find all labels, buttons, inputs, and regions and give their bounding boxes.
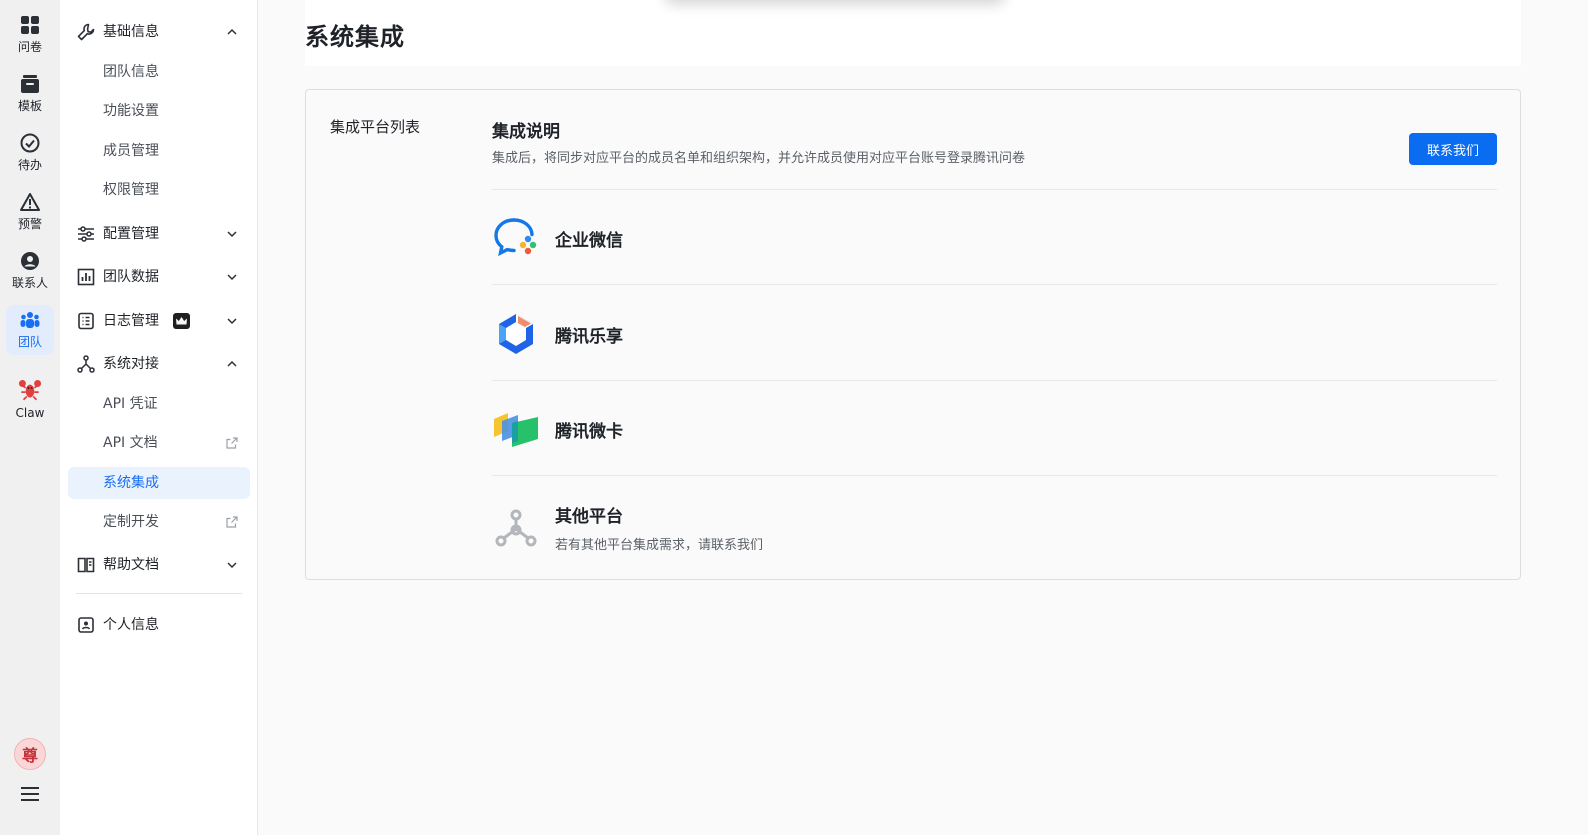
integration-card: 集成平台列表 集成说明 集成后，将同步对应平台的成员名单和组织架构，并允许成员使… — [305, 89, 1521, 580]
contact-us-button[interactable]: 联系我们 — [1409, 133, 1497, 165]
nav-item-label: 系统集成 — [103, 475, 159, 491]
nav-item-custom-development[interactable]: 定制开发 — [68, 506, 250, 538]
rail-label: Claw — [15, 405, 45, 420]
rail-item-template[interactable]: 模板 — [6, 69, 54, 119]
check-circle-icon — [20, 133, 40, 153]
app-rail: 问卷 模板 待办 预警 联系人 团队 Claw 尊 — [0, 0, 60, 835]
nav-item-label: 定制开发 — [103, 514, 159, 530]
rail-item-todo[interactable]: 待办 — [6, 128, 54, 178]
nav-item-system-integration[interactable]: 系统集成 — [68, 467, 250, 499]
rail-item-contacts[interactable]: 联系人 — [6, 246, 54, 296]
nav-group-help-docs[interactable]: 帮助文档 — [68, 548, 250, 582]
platform-desc: 若有其他平台集成需求，请联系我们 — [555, 538, 764, 553]
chevron-up-icon — [227, 28, 237, 35]
platform-name: 腾讯微卡 — [555, 422, 623, 442]
nav-item-label: 个人信息 — [103, 617, 159, 633]
nav-group-label: 配置管理 — [103, 226, 159, 242]
weika-logo-icon — [494, 413, 538, 447]
nav-group-system-integration[interactable]: 系统对接 — [68, 347, 250, 381]
other-platform-icon — [495, 509, 537, 547]
nav-group-config-management[interactable]: 配置管理 — [68, 217, 250, 251]
platform-name: 企业微信 — [555, 231, 623, 251]
nav-item-label: 团队信息 — [103, 64, 159, 80]
integration-intro-title: 集成说明 — [492, 122, 560, 142]
user-avatar[interactable]: 尊 — [14, 738, 46, 770]
rail-label: 模板 — [17, 99, 42, 113]
menu-icon[interactable] — [18, 783, 42, 805]
team-icon — [20, 312, 40, 328]
platform-name: 其他平台 — [555, 507, 623, 527]
rail-label: 预警 — [17, 217, 42, 231]
nav-group-basic-info[interactable]: 基础信息 — [68, 15, 250, 49]
rail-item-survey[interactable]: 问卷 — [6, 10, 54, 60]
platform-item-other[interactable]: 其他平台 若有其他平台集成需求，请联系我们 — [492, 477, 1497, 572]
nav-group-label: 基础信息 — [103, 24, 159, 40]
nav-item-label: 成员管理 — [103, 143, 159, 159]
rail-label: 待办 — [17, 158, 42, 172]
rail-label: 联系人 — [11, 276, 48, 290]
rail-item-alert[interactable]: 预警 — [6, 187, 54, 237]
platform-item-weika[interactable]: 腾讯微卡 — [492, 381, 1497, 476]
chevron-up-icon — [227, 360, 237, 367]
nav-item-api-credentials[interactable]: API 凭证 — [68, 388, 250, 420]
nav-item-label: API 文档 — [103, 435, 158, 451]
id-card-icon — [78, 617, 94, 633]
nav-group-log-management[interactable]: 日志管理 — [68, 304, 250, 338]
grid-icon — [21, 16, 39, 34]
wrench-icon — [77, 23, 95, 41]
rail-item-claw[interactable]: Claw — [6, 370, 54, 426]
book-icon — [77, 557, 95, 573]
sidebar-divider — [76, 593, 242, 594]
nav-group-label: 系统对接 — [103, 356, 159, 372]
chevron-down-icon — [227, 231, 237, 238]
rail-item-team[interactable]: 团队 — [6, 305, 54, 355]
nav-item-feature-settings[interactable]: 功能设置 — [68, 95, 250, 127]
separator — [492, 284, 1497, 285]
external-link-icon — [226, 437, 238, 449]
rail-label: 团队 — [17, 335, 42, 349]
nodes-icon — [77, 355, 95, 373]
page-header: 系统集成 — [305, 0, 1521, 66]
nav-group-label: 帮助文档 — [103, 557, 159, 573]
separator — [492, 475, 1497, 476]
chart-icon — [77, 268, 95, 286]
lexiang-logo-icon — [499, 314, 533, 354]
platform-name: 腾讯乐享 — [555, 327, 623, 347]
nav-item-label: 功能设置 — [103, 103, 159, 119]
crown-badge-icon — [173, 313, 190, 329]
nav-item-label: API 凭证 — [103, 396, 158, 412]
log-icon — [78, 312, 94, 330]
external-link-icon — [226, 516, 238, 528]
chevron-down-icon — [227, 274, 237, 281]
nav-item-permission-management[interactable]: 权限管理 — [68, 174, 250, 206]
nav-item-label: 权限管理 — [103, 182, 159, 198]
nav-item-team-info[interactable]: 团队信息 — [68, 56, 250, 88]
nav-group-team-data[interactable]: 团队数据 — [68, 260, 250, 294]
chevron-down-icon — [227, 562, 237, 569]
settings-sidebar: 基础信息 团队信息 功能设置 成员管理 权限管理 配置管理 团队数据 日志管理 … — [60, 0, 258, 835]
nav-item-personal-info[interactable]: 个人信息 — [68, 608, 250, 642]
chevron-down-icon — [227, 318, 237, 325]
platform-item-lexiang[interactable]: 腾讯乐享 — [492, 286, 1497, 381]
nav-group-label: 团队数据 — [103, 269, 159, 285]
warning-icon — [20, 193, 40, 211]
nav-item-api-docs[interactable]: API 文档 — [68, 427, 250, 459]
platform-item-wecom[interactable]: 企业微信 — [492, 190, 1497, 285]
lobster-icon — [18, 379, 42, 400]
nav-group-label: 日志管理 — [103, 313, 159, 329]
nav-item-member-management[interactable]: 成员管理 — [68, 135, 250, 167]
main-content: 系统集成 集成平台列表 集成说明 集成后，将同步对应平台的成员名单和组织架构，并… — [258, 0, 1588, 835]
page-title: 系统集成 — [305, 23, 405, 51]
sliders-icon — [78, 226, 94, 242]
template-icon — [21, 75, 39, 93]
wecom-logo-icon — [494, 218, 537, 257]
rail-label: 问卷 — [17, 40, 42, 54]
platform-list-label: 集成平台列表 — [330, 118, 421, 136]
contact-icon — [21, 252, 39, 270]
integration-intro-desc: 集成后，将同步对应平台的成员名单和组织架构，并允许成员使用对应平台账号登录腾讯问… — [492, 151, 1026, 166]
